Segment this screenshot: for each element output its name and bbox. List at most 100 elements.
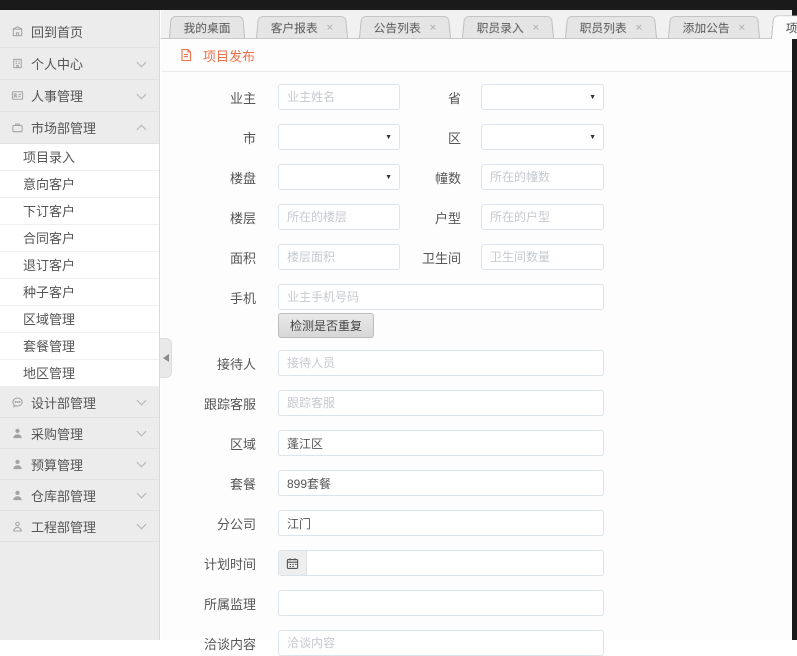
sidebar-item-region-mgmt[interactable]: 区域管理 (0, 306, 159, 333)
tab-label: 职员录入 (476, 19, 524, 35)
field-label-branch: 分公司 (161, 514, 256, 533)
chevron-down-icon (137, 57, 147, 67)
sidebar-item-seed-clients[interactable]: 种子客户 (0, 279, 159, 306)
close-icon[interactable]: × (429, 22, 437, 33)
sidebar-item-package-mgmt[interactable]: 套餐管理 (0, 333, 159, 360)
chat-icon (11, 396, 24, 409)
field-label-phone: 手机 (161, 288, 256, 307)
sidebar-item-project-entry[interactable]: 项目录入 (0, 144, 159, 171)
field-label-area: 面积 (161, 248, 256, 267)
idcard-icon (11, 89, 24, 102)
tab-notice-list[interactable]: 公告列表 × (359, 16, 451, 38)
collapse-arrow-icon (163, 354, 169, 362)
province-select[interactable]: ▼ (481, 84, 604, 110)
sidebar-item-marketing[interactable]: 市场部管理 (0, 112, 159, 144)
field-label-block: 幢数 (400, 168, 461, 187)
tab-label: 我的桌面 (183, 19, 231, 35)
tab-staff-list[interactable]: 职员列表 × (565, 16, 657, 38)
user-icon (11, 489, 24, 502)
sidebar-item-label: 人事管理 (31, 86, 83, 105)
chevron-down-icon (137, 520, 147, 530)
user-icon (11, 458, 24, 471)
block-input[interactable] (481, 164, 604, 190)
close-icon[interactable]: × (635, 22, 643, 33)
area-input[interactable] (278, 244, 400, 270)
sidebar-item-label: 仓库部管理 (31, 486, 96, 505)
tab-client-report[interactable]: 客户报表 × (256, 16, 348, 38)
chevron-up-icon (137, 125, 147, 135)
tab-add-notice[interactable]: 添加公告 × (668, 16, 760, 38)
chevron-down-icon (137, 489, 147, 499)
sidebar-item-order-clients[interactable]: 下订客户 (0, 198, 159, 225)
tab-my-desktop[interactable]: 我的桌面 (169, 16, 245, 38)
sidebar-item-intent-clients[interactable]: 意向客户 (0, 171, 159, 198)
close-icon[interactable]: × (532, 22, 540, 33)
tab-project-entry[interactable]: 项目录入 × (771, 15, 797, 39)
bathroom-input[interactable] (481, 244, 604, 270)
chevron-down-icon (137, 396, 147, 406)
supervisor-input[interactable] (278, 590, 604, 616)
chevron-down-icon (137, 458, 147, 468)
field-label-receptionist: 接待人 (161, 354, 256, 373)
field-label-tracking-service: 跟踪客服 (161, 394, 256, 413)
page-header: 项目发布 (161, 39, 792, 72)
tracking-service-input[interactable] (278, 390, 604, 416)
field-label-district: 区 (400, 128, 461, 147)
branch-input[interactable] (278, 510, 604, 536)
owner-input[interactable] (278, 84, 400, 110)
caret-down-icon: ▼ (385, 134, 392, 141)
building-icon (11, 57, 24, 70)
region-input[interactable] (278, 430, 604, 456)
calendar-icon[interactable] (279, 551, 307, 575)
field-label-building: 楼盘 (161, 168, 256, 187)
building-select[interactable]: ▼ (278, 164, 400, 190)
home-icon (11, 25, 24, 38)
field-label-unit-type: 户型 (400, 208, 461, 227)
main-content: 我的桌面 客户报表 × 公告列表 × 职员录入 × 职员列表 × 添加公告 × … (161, 10, 792, 640)
caret-down-icon: ▼ (385, 174, 392, 181)
chevron-down-icon (137, 427, 147, 437)
field-label-region: 区域 (161, 434, 256, 453)
sidebar-item-label: 预算管理 (31, 455, 83, 474)
sidebar-item-label: 设计部管理 (31, 393, 96, 412)
phone-input[interactable] (278, 284, 604, 310)
sidebar-item-budget[interactable]: 预算管理 (0, 449, 159, 480)
district-select[interactable]: ▼ (481, 124, 604, 150)
receptionist-input[interactable] (278, 350, 604, 376)
unit-type-input[interactable] (481, 204, 604, 230)
check-duplicate-button[interactable]: 检测是否重复 (278, 313, 374, 338)
sidebar-item-personal-center[interactable]: 个人中心 (0, 48, 159, 80)
sidebar-item-label: 采购管理 (31, 424, 83, 443)
sidebar-item-home[interactable]: 回到首页 (0, 16, 159, 48)
tab-label: 客户报表 (270, 19, 318, 35)
top-black-bar (0, 0, 797, 10)
field-label-owner: 业主 (161, 88, 256, 107)
page-title: 项目发布 (203, 46, 255, 65)
tab-label: 公告列表 (373, 19, 421, 35)
close-icon[interactable]: × (326, 22, 334, 33)
sidebar-item-label: 市场部管理 (31, 118, 96, 137)
floor-input[interactable] (278, 204, 400, 230)
package-input[interactable] (278, 470, 604, 496)
sidebar-item-purchasing[interactable]: 采购管理 (0, 418, 159, 449)
plan-time-input[interactable] (307, 551, 603, 575)
user-icon (11, 427, 24, 440)
sidebar-item-hr[interactable]: 人事管理 (0, 80, 159, 112)
field-label-talk-content: 洽谈内容 (161, 634, 256, 653)
project-form: 业主 省 ▼ 市 ▼ 区 ▼ 楼盘 ▼ 幢数 楼层 户型 面积 卫生间 (161, 72, 792, 656)
sidebar-item-design-dept[interactable]: 设计部管理 (0, 387, 159, 418)
close-icon[interactable]: × (738, 22, 746, 33)
sidebar-item-engineering[interactable]: 工程部管理 (0, 511, 159, 542)
sidebar-item-cancel-clients[interactable]: 退订客户 (0, 252, 159, 279)
tab-bar: 我的桌面 客户报表 × 公告列表 × 职员录入 × 职员列表 × 添加公告 × … (161, 10, 792, 39)
talk-content-input[interactable] (278, 630, 604, 656)
sidebar-item-warehouse[interactable]: 仓库部管理 (0, 480, 159, 511)
city-select[interactable]: ▼ (278, 124, 400, 150)
plan-time-group (278, 550, 604, 576)
field-label-bathroom: 卫生间 (400, 248, 461, 267)
sidebar-item-district-mgmt[interactable]: 地区管理 (0, 360, 159, 387)
sidebar-collapse-handle[interactable] (160, 338, 172, 378)
sidebar-item-contract-clients[interactable]: 合同客户 (0, 225, 159, 252)
tab-label: 职员列表 (579, 19, 627, 35)
tab-staff-entry[interactable]: 职员录入 × (462, 16, 554, 38)
